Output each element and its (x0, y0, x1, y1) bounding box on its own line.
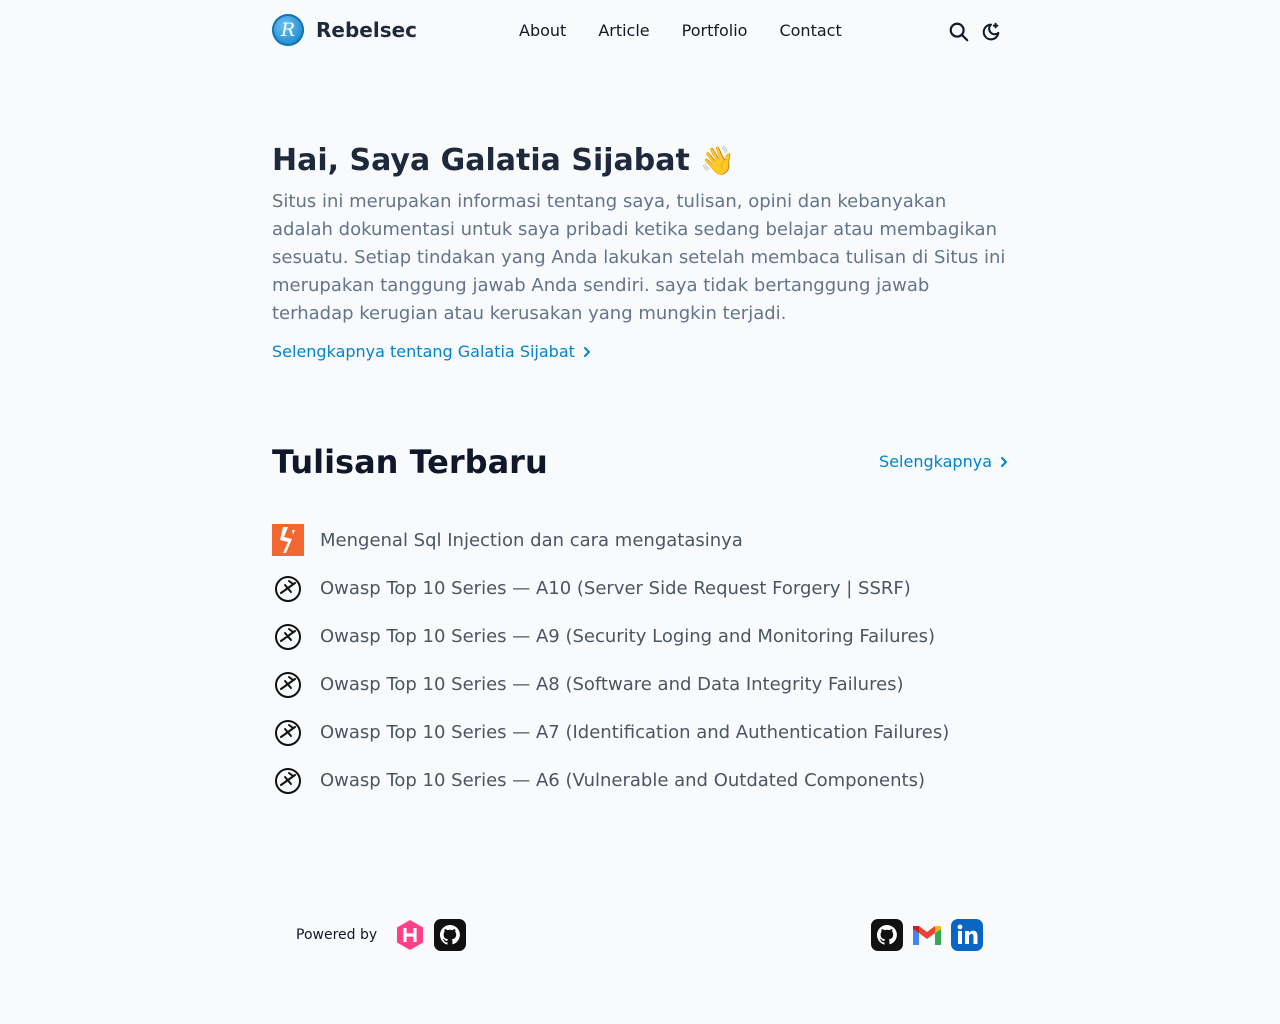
brand-logo-icon[interactable]: R (272, 14, 304, 46)
nav-portfolio[interactable]: Portfolio (682, 21, 748, 40)
list-item[interactable]: Owasp Top 10 Series — A9 (Security Login… (272, 612, 1008, 660)
main-nav: About Article Portfolio Contact (519, 21, 874, 40)
brand-logo-letter: R (280, 19, 296, 41)
github-icon[interactable] (433, 918, 467, 952)
moon-icon[interactable] (980, 21, 1002, 43)
site-header: R Rebelsec About Article Portfolio Conta… (272, 14, 1008, 50)
search-icon[interactable] (948, 21, 970, 43)
hackthebox-style-icon (272, 524, 304, 556)
chevron-right-icon (583, 346, 590, 357)
github-icon[interactable] (870, 918, 904, 952)
latest-posts-more-label: Selengkapnya (879, 452, 992, 471)
linkedin-icon[interactable] (950, 918, 984, 952)
owasp-icon (272, 668, 304, 700)
nav-contact[interactable]: Contact (779, 21, 841, 40)
post-title: Owasp Top 10 Series — A7 (Identification… (320, 721, 950, 743)
list-item[interactable]: Owasp Top 10 Series — A6 (Vulnerable and… (272, 756, 1008, 804)
latest-posts-more-link[interactable]: Selengkapnya (879, 452, 1008, 471)
hero-title: Hai, Saya Galatia Sijabat 👋 (272, 140, 1008, 182)
header-tools (938, 21, 1002, 43)
brand-name[interactable]: Rebelsec (316, 18, 417, 42)
hero-title-text: Hai, Saya Galatia Sijabat (272, 143, 690, 178)
post-title: Owasp Top 10 Series — A8 (Software and D… (320, 673, 904, 695)
about-more-link-label: Selengkapnya tentang Galatia Sijabat (272, 342, 575, 361)
list-item[interactable]: Owasp Top 10 Series — A7 (Identification… (272, 708, 1008, 756)
waving-hand-emoji: 👋 (700, 144, 736, 177)
powered-by: Powered by (296, 918, 467, 952)
latest-posts-heading: Tulisan Terbaru (272, 443, 548, 481)
owasp-icon (272, 764, 304, 796)
owasp-icon (272, 620, 304, 652)
powered-by-label: Powered by (296, 927, 378, 943)
about-more-link[interactable]: Selengkapnya tentang Galatia Sijabat (272, 342, 591, 361)
nav-article[interactable]: Article (598, 21, 649, 40)
post-title: Mengenal Sql Injection dan cara mengatas… (320, 529, 743, 551)
hero-section: Hai, Saya Galatia Sijabat 👋 Situs ini me… (272, 140, 1008, 361)
gmail-icon[interactable] (910, 918, 944, 952)
list-item[interactable]: Mengenal Sql Injection dan cara mengatas… (272, 516, 1008, 564)
nav-about[interactable]: About (519, 21, 566, 40)
brand[interactable]: R Rebelsec (272, 14, 417, 46)
owasp-icon (272, 716, 304, 748)
post-title: Owasp Top 10 Series — A9 (Security Login… (320, 625, 936, 647)
hero-description: Situs ini merupakan informasi tentang sa… (272, 191, 1006, 324)
owasp-icon (272, 572, 304, 604)
list-item[interactable]: Owasp Top 10 Series — A10 (Server Side R… (272, 564, 1008, 612)
latest-posts-header: Tulisan Terbaru Selengkapnya (272, 440, 1008, 484)
post-title: Owasp Top 10 Series — A6 (Vulnerable and… (320, 769, 925, 791)
list-item[interactable]: Owasp Top 10 Series — A8 (Software and D… (272, 660, 1008, 708)
hugo-icon[interactable] (393, 918, 427, 952)
social-links (870, 918, 990, 952)
latest-posts-list: Mengenal Sql Injection dan cara mengatas… (272, 516, 1008, 804)
chevron-right-icon (1001, 456, 1007, 467)
post-title: Owasp Top 10 Series — A10 (Server Side R… (320, 577, 911, 599)
